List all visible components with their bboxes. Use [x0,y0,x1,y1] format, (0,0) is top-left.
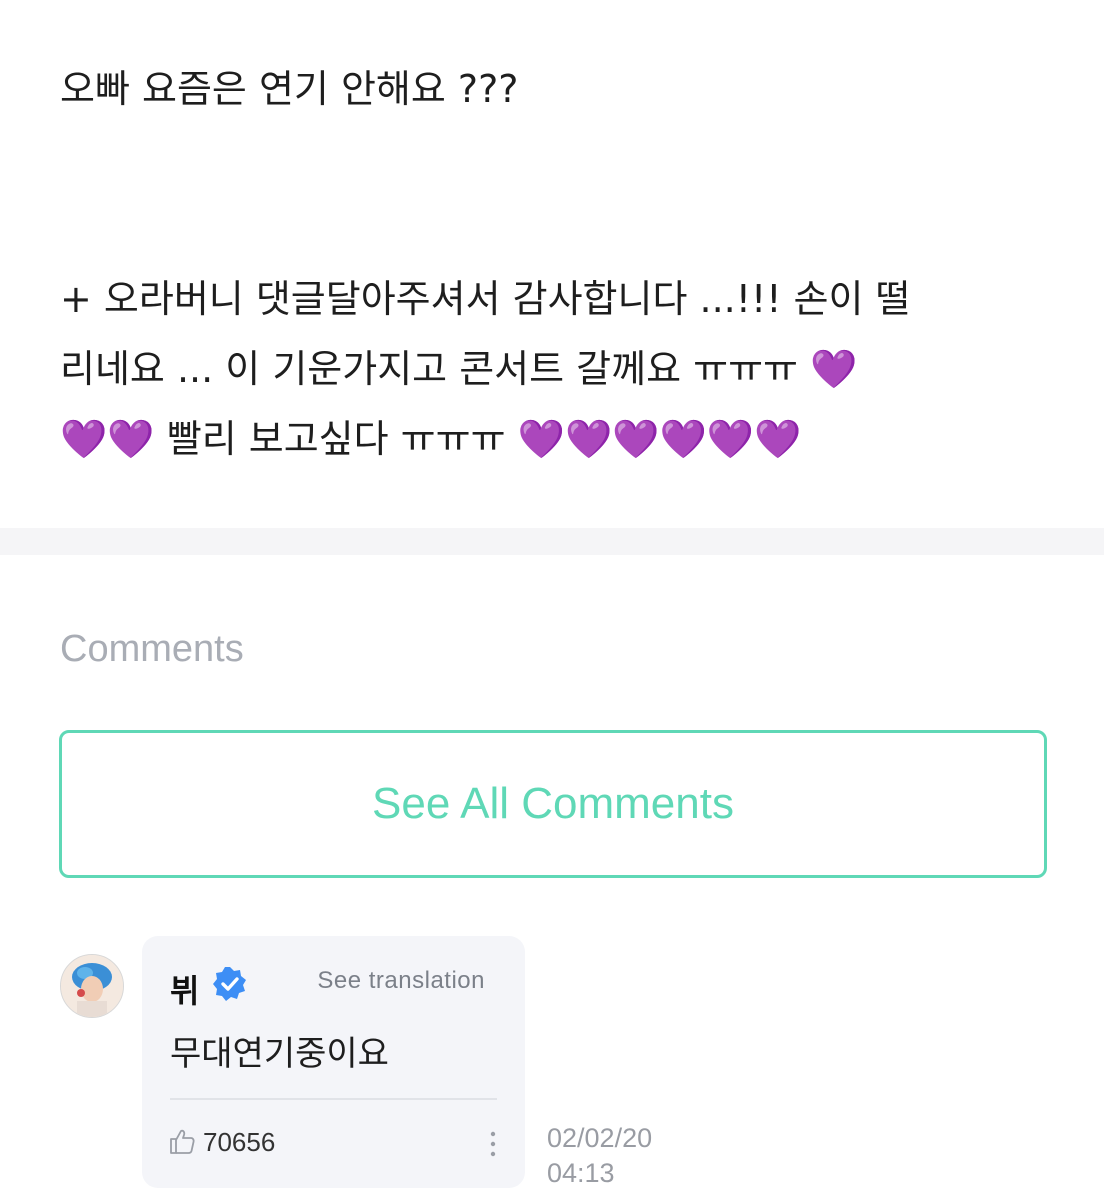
purple-heart-emoji: 💜💜💜💜💜💜 [517,417,802,461]
post-text-line: 오빠 요즘은 연기 안해요 ??? [60,67,519,111]
see-translation-link[interactable]: See translation [317,967,485,995]
comment-text: 무대연기중이요 [170,1034,389,1074]
comment-author-name[interactable]: 뷔 [170,966,199,1012]
comment-timestamp: 02/02/20 04:13 [547,1121,652,1191]
avatar[interactable] [60,954,124,1018]
comment-time: 04:13 [547,1158,615,1188]
verified-check-icon [213,967,246,1001]
purple-heart-emoji: 💜 [810,347,858,391]
comment-divider [170,1098,497,1100]
post-text-segment: 빨리 보고싶다 ㅠㅠㅠ [166,417,506,461]
post-text-line: 💜💜 빨리 보고싶다 ㅠㅠㅠ 💜💜💜💜💜💜 [60,404,802,474]
thumbs-up-icon[interactable] [168,1127,196,1155]
purple-heart-emoji: 💜💜 [60,417,155,461]
more-options-icon[interactable] [489,1130,497,1158]
avatar-image [61,955,123,1017]
comments-heading: Comments [60,628,244,670]
like-count: 70656 [203,1127,276,1157]
see-all-comments-button[interactable]: See All Comments [59,730,1047,878]
comment-date: 02/02/20 [547,1123,653,1153]
comment-card: 뷔 See translation 무대연기중이요 70656 [142,936,525,1188]
post-text-segment: 리네요 ... 이 기운가지고 콘서트 갈께요 ㅠㅠㅠ [60,347,798,391]
post-text-line: + 오라버니 댓글달아주셔서 감사합니다 ...!!! 손이 떨 [60,277,911,321]
section-divider [0,528,1104,555]
post-text-line: 리네요 ... 이 기운가지고 콘서트 갈께요 ㅠㅠㅠ 💜 [60,334,857,404]
